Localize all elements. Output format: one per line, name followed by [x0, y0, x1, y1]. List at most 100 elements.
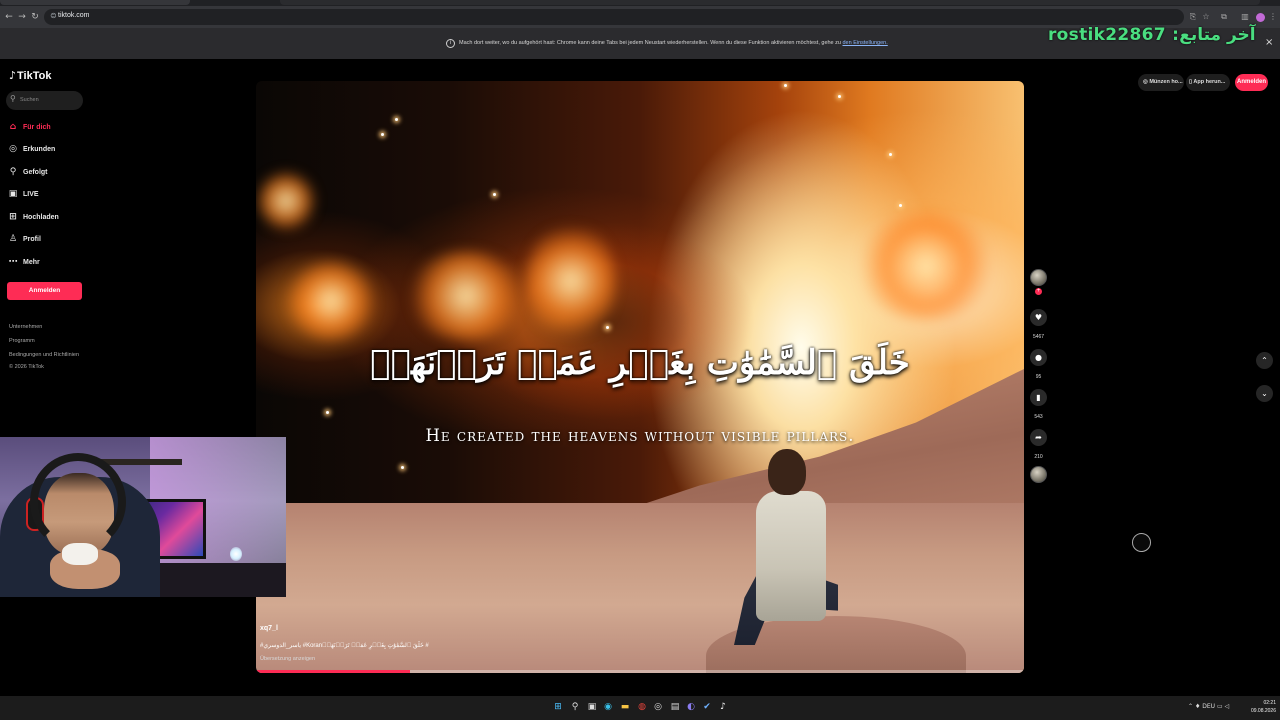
webcam-overlay [0, 437, 286, 597]
bookmark-star-icon[interactable]: ☆ [1201, 11, 1211, 23]
menu-icon[interactable]: ⋮ [1268, 11, 1278, 23]
address-url[interactable]: tiktok.com [58, 12, 90, 19]
video-spark [381, 133, 384, 136]
sidebar-item-label: Mehr [23, 259, 40, 266]
address-bar[interactable]: ⊜ tiktok.com [44, 9, 1184, 25]
system-tray[interactable]: ⌃ ♦ DEU ▭ ◁ [1188, 703, 1229, 710]
like-count: 5467 [1032, 334, 1045, 340]
obs-icon[interactable]: ◎ [652, 701, 664, 713]
notepad-icon[interactable]: ▤ [669, 701, 681, 713]
save-count: 543 [1034, 414, 1043, 420]
close-icon[interactable]: × [1265, 37, 1273, 48]
file-explorer-icon[interactable]: ▬ [619, 701, 631, 713]
extensions-icon[interactable]: ⧉ [1219, 11, 1229, 23]
sidebar-login-button[interactable]: Anmelden [7, 282, 82, 300]
sidebar-item-following[interactable]: ⚲ Gefolgt [8, 166, 88, 180]
mic-icon[interactable]: ♦ [1195, 703, 1200, 710]
chrome-icon[interactable]: ◍ [636, 701, 648, 713]
sidebar-item-label: Gefolgt [23, 169, 48, 176]
follow-plus-icon[interactable]: + [1035, 288, 1042, 295]
clock-time: 02:21 [1263, 700, 1276, 706]
reload-icon[interactable]: ↻ [29, 11, 41, 23]
profile-icon[interactable] [1256, 13, 1265, 22]
sidebar-item-explore[interactable]: ◎ Erkunden [8, 143, 88, 157]
video-fire [856, 211, 996, 321]
search-input[interactable] [20, 94, 80, 106]
tiktok-logo[interactable]: ♪TikTok [9, 69, 51, 82]
sidepanel-icon[interactable]: ▥ [1240, 11, 1250, 23]
search-bar[interactable]: ⚲ [6, 91, 83, 110]
back-icon[interactable]: ← [3, 11, 15, 23]
footer-link-terms[interactable]: Bedingungen und Richtlinien [9, 352, 79, 358]
video-spark [838, 95, 841, 98]
app-label: App herun... [1193, 79, 1226, 85]
tiktok-icon[interactable]: ♪ [717, 701, 729, 713]
english-subtitle: He created the heavens without visible p… [425, 426, 855, 445]
comment-icon[interactable]: ● [1030, 349, 1047, 366]
sidebar-item-label: Erkunden [23, 146, 56, 153]
site-info-icon[interactable]: ⊜ [50, 11, 57, 20]
share-count: 210 [1034, 454, 1043, 460]
like-icon[interactable]: ♥ [1030, 309, 1047, 326]
comment-count: 95 [1035, 374, 1042, 380]
steam-icon[interactable]: ✔ [701, 701, 713, 713]
webcam-tissue [62, 543, 98, 565]
get-app-button[interactable]: ▯ App herun... [1186, 74, 1230, 91]
music-disc-avatar[interactable] [1030, 466, 1047, 483]
settings-link[interactable]: den Einstellungen. [843, 40, 888, 46]
get-coins-button[interactable]: ◎ Münzen ho... [1138, 74, 1184, 91]
video-fire [406, 251, 526, 341]
video-player[interactable]: خَلَقَ ٱلسَّمَٰوَٰتِ بِغَيۡرِ عَمَدٖ تَر… [256, 81, 1024, 673]
video-man-head [768, 449, 806, 495]
windows-taskbar: ⊞ ⚲ ▣ ◉ ▬ ◍ ◎ ▤ ◐ ✔ ♪ ⌃ ♦ DEU ▭ ◁ 02:21 … [0, 696, 1280, 720]
tray-chevron-icon[interactable]: ⌃ [1188, 703, 1193, 710]
upload-icon: ⊞ [9, 212, 17, 222]
video-spark [401, 466, 404, 469]
infobar-message: Mach dort weiter, wo du aufgehört hast: … [459, 40, 888, 46]
live-icon: ▣ [8, 189, 18, 199]
footer-link-program[interactable]: Programm [9, 338, 35, 344]
bookmark-icon[interactable]: ▮ [1030, 389, 1047, 406]
windows-start-icon[interactable]: ⊞ [552, 701, 564, 713]
video-username[interactable]: xq7_l [260, 625, 278, 632]
task-view-icon[interactable]: ▣ [586, 701, 598, 713]
forward-icon[interactable]: → [16, 11, 28, 23]
cursor-indicator [1132, 533, 1151, 552]
next-video-chevron-down-icon[interactable]: ⌄ [1256, 385, 1273, 402]
keyboard-language[interactable]: DEU [1202, 703, 1215, 710]
arabic-subtitle: خَلَقَ ٱلسَّمَٰوَٰتِ بِغَيۡرِ عَمَدٖ تَر… [370, 343, 910, 383]
copyright-text: © 2026 TikTok [9, 364, 44, 370]
browser-tab[interactable] [0, 0, 190, 5]
discord-icon[interactable]: ◐ [685, 701, 697, 713]
sidebar-item-upload[interactable]: ⊞ Hochladen [8, 211, 88, 225]
video-man-body [756, 491, 826, 621]
infobar-text: Mach dort weiter, wo du aufgehört hast: … [459, 40, 841, 46]
network-icon[interactable]: ▭ [1217, 703, 1223, 710]
sidebar-item-label: LIVE [23, 191, 39, 198]
share-icon[interactable]: ➦ [1030, 429, 1047, 446]
more-icon: ⋯ [8, 257, 18, 267]
video-progress-fill [256, 670, 410, 673]
webcam-shelf [100, 459, 182, 465]
sidebar-item-live[interactable]: ▣ LIVE [8, 188, 88, 202]
video-progress-bar[interactable] [256, 670, 1024, 673]
volume-icon[interactable]: ◁ [1225, 703, 1230, 710]
translate-icon[interactable]: ⎘ [1188, 11, 1198, 23]
sidebar-item-label: Profil [23, 236, 41, 243]
taskbar-clock[interactable]: 02:21 09.08.2026 [1250, 699, 1276, 715]
info-icon: i [446, 39, 455, 48]
search-icon[interactable]: ⚲ [569, 701, 581, 713]
sidebar-item-more[interactable]: ⋯ Mehr [8, 256, 88, 270]
sidebar-item-for-you[interactable]: ⌂ Für dich [8, 121, 88, 135]
footer-link-company[interactable]: Unternehmen [9, 324, 42, 330]
creator-avatar[interactable] [1030, 269, 1047, 286]
show-translation-link[interactable]: Übersetzung anzeigen [260, 656, 315, 662]
edge-icon[interactable]: ◉ [602, 701, 614, 713]
previous-video-chevron-up-icon[interactable]: ⌃ [1256, 352, 1273, 369]
webcam-lamp [230, 547, 242, 561]
header-login-button[interactable]: Anmelden [1235, 74, 1268, 91]
video-spark [395, 118, 398, 121]
sidebar-item-profile[interactable]: ♙ Profil [8, 233, 88, 247]
webcam-headset [30, 453, 126, 551]
browser-tab[interactable] [280, 0, 1260, 5]
